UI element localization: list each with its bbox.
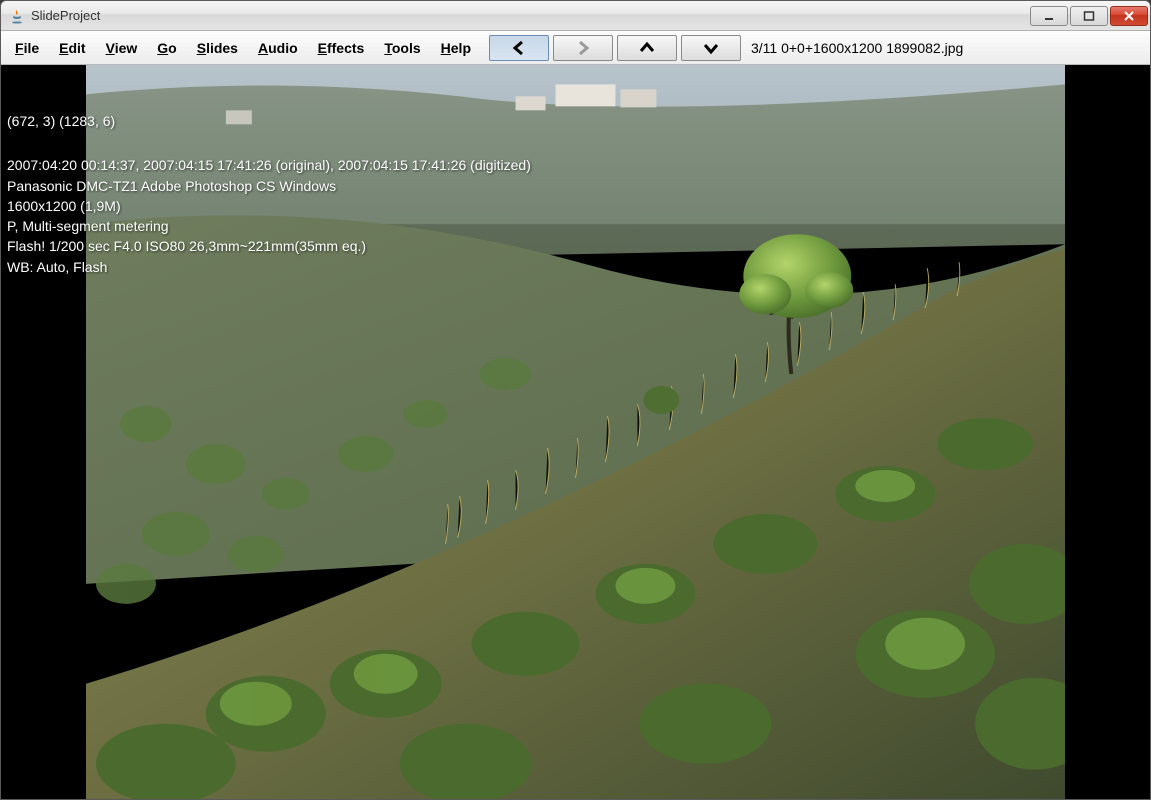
java-icon [9, 8, 25, 24]
menu-go[interactable]: Go [147, 36, 186, 60]
menubar: File Edit View Go Slides Audio Effects T… [1, 31, 1150, 65]
titlebar[interactable]: SlideProject [1, 1, 1150, 31]
menu-effects[interactable]: Effects [308, 36, 375, 60]
exif-overlay: (672, 3) (1283, 6) 2007:04:20 00:14:37, … [7, 111, 531, 277]
menu-help[interactable]: Help [431, 36, 481, 60]
nav-prev-button[interactable] [489, 35, 549, 61]
app-window: SlideProject File Edit View Go Slides Au… [0, 0, 1151, 800]
window-controls [1030, 6, 1148, 26]
minimize-button[interactable] [1030, 6, 1068, 26]
menu-tools[interactable]: Tools [374, 36, 430, 60]
close-button[interactable] [1110, 6, 1148, 26]
menu-file[interactable]: File [5, 36, 49, 60]
overlay-exposure: Flash! 1/200 sec F4.0 ISO80 26,3mm~221mm… [7, 236, 531, 256]
nav-down-button[interactable] [681, 35, 741, 61]
overlay-camera: Panasonic DMC-TZ1 Adobe Photoshop CS Win… [7, 176, 531, 196]
menu-slides[interactable]: Slides [187, 36, 248, 60]
menu-view[interactable]: View [96, 36, 148, 60]
menu-audio[interactable]: Audio [248, 36, 308, 60]
nav-next-button[interactable] [553, 35, 613, 61]
image-viewport[interactable]: (672, 3) (1283, 6) 2007:04:20 00:14:37, … [1, 65, 1150, 799]
menu-edit[interactable]: Edit [49, 36, 95, 60]
overlay-wb: WB: Auto, Flash [7, 257, 531, 277]
maximize-button[interactable] [1070, 6, 1108, 26]
overlay-coords: (672, 3) (1283, 6) [7, 111, 531, 131]
overlay-dates: 2007:04:20 00:14:37, 2007:04:15 17:41:26… [7, 155, 531, 175]
nav-buttons [489, 35, 741, 61]
toolbar-status: 3/11 0+0+1600x1200 1899082.jpg [751, 40, 963, 56]
nav-up-button[interactable] [617, 35, 677, 61]
window-title: SlideProject [31, 8, 1030, 23]
overlay-dimensions: 1600x1200 (1,9M) [7, 196, 531, 216]
overlay-metering: P, Multi-segment metering [7, 216, 531, 236]
